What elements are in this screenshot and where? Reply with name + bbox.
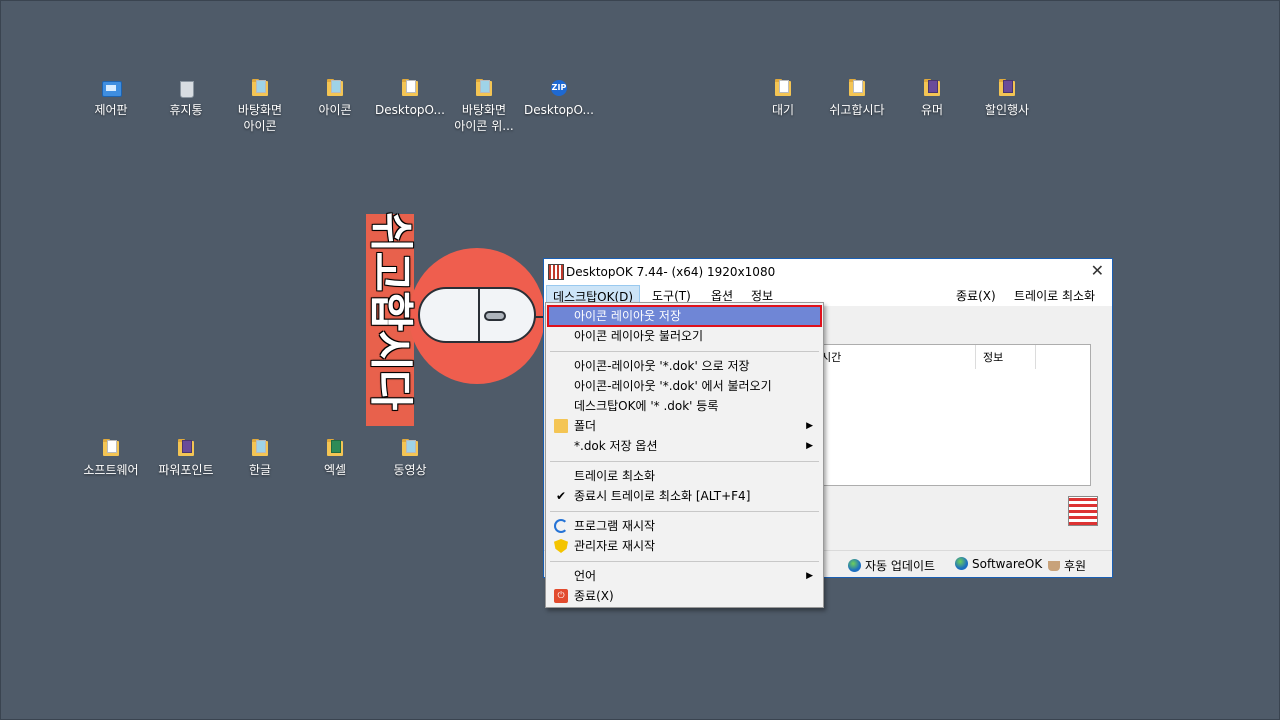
desktop-icon-label: 유머 <box>920 103 944 117</box>
desktop-icon-folder[interactable]: 아이콘 <box>298 78 372 118</box>
folder-icon <box>327 79 343 96</box>
folder-icon <box>924 79 940 96</box>
menu-item-minimize-tray[interactable]: 트레이로 최소화 <box>548 466 821 486</box>
submenu-arrow-icon: ▶ <box>806 571 813 581</box>
folder-icon <box>402 439 418 456</box>
desktop-icon-folder[interactable]: 동영상 <box>373 438 447 478</box>
desktop-icon-label: 소프트웨어 <box>83 463 139 477</box>
desktop-icon-label: 바탕화면 아이콘 위... <box>454 103 514 133</box>
desktop-icon-folder[interactable]: 바탕화면 아이콘 <box>223 78 297 134</box>
title-bar[interactable]: DesktopOK 7.44- (x64) 1920x1080 ✕ <box>544 259 1112 285</box>
folder-icon <box>178 439 194 456</box>
menu-minimize-tray[interactable]: 트레이로 최소화 <box>1014 287 1095 304</box>
desktop-icon-folder[interactable]: DesktopO... <box>373 78 447 118</box>
coffee-icon <box>1048 561 1060 571</box>
menu-item-restart[interactable]: 프로그램 재시작 <box>548 516 821 536</box>
menu-item-load-dok[interactable]: 아이콘-레이아웃 '*.dok' 에서 불러오기 <box>548 376 821 396</box>
desktop-icon-label: 한글 <box>248 463 272 477</box>
menu-item-save-icon-layout[interactable]: 아이콘 레이아웃 저장 <box>547 305 822 327</box>
desktop-icon-folder[interactable]: 소프트웨어 <box>74 438 148 478</box>
desktop-icon-label: DesktopO... <box>375 103 445 117</box>
desktop-icon-folder[interactable]: 바탕화면 아이콘 위... <box>447 78 521 134</box>
mouse-icon <box>418 287 548 343</box>
desktop-icon-label: 파워포인트 <box>158 463 214 477</box>
column-header-info[interactable]: 정보 <box>983 349 1003 365</box>
shield-icon <box>554 539 568 553</box>
menu-item-register-dok[interactable]: 데스크탑OK에 '* .dok' 등록 <box>548 396 821 416</box>
desktop-icon-folder[interactable]: 한글 <box>223 438 297 478</box>
menu-item-folder[interactable]: 폴더 ▶ <box>548 416 821 436</box>
menu-item-save-dok[interactable]: 아이콘-레이아웃 '*.dok' 으로 저장 <box>548 356 821 376</box>
globe-icon <box>848 559 861 572</box>
menu-separator <box>550 561 819 562</box>
window-title: DesktopOK 7.44- (x64) 1920x1080 <box>566 265 776 279</box>
desktop-icon-label: 엑셀 <box>323 463 347 477</box>
folder-icon <box>775 79 791 96</box>
menu-item-load-icon-layout[interactable]: 아이콘 레이아웃 불러오기 <box>548 326 821 346</box>
desktop-icon-folder[interactable]: 대기 <box>746 78 820 118</box>
overlay-vertical-text: 쉬고합시다 <box>365 212 416 410</box>
layout-list[interactable]: 시간 정보 <box>814 344 1091 486</box>
desktop-icon-label: 휴지통 <box>169 103 203 117</box>
desktop-icon-label: 아이콘 <box>318 103 352 117</box>
check-icon: ✔ <box>555 489 567 503</box>
close-icon[interactable]: ✕ <box>1091 261 1104 280</box>
menu-item-restart-admin[interactable]: 관리자로 재시작 <box>548 536 821 556</box>
menu-item-dok-save-options[interactable]: *.dok 저장 옵션 ▶ <box>548 436 821 456</box>
folder-icon <box>103 439 119 456</box>
desktopok-dropdown-menu: 아이콘 레이아웃 저장 아이콘 레이아웃 불러오기 아이콘-레이아웃 '*.do… <box>545 302 824 608</box>
menu-item-language[interactable]: 언어 ▶ <box>548 566 821 586</box>
menu-item-exit[interactable]: ⏻ 종료(X) <box>548 586 821 606</box>
desktop-icon-recycle-bin[interactable]: 휴지통 <box>149 78 223 118</box>
donate-link[interactable]: 후원 <box>1048 557 1086 574</box>
menu-exit[interactable]: 종료(X) <box>956 287 996 304</box>
desktop-icon-folder[interactable]: 할인행사 <box>970 78 1044 118</box>
desktop-icon-folder[interactable]: 유머 <box>895 78 969 118</box>
desktop-icon-label: 동영상 <box>393 463 427 477</box>
submenu-arrow-icon: ▶ <box>806 441 813 451</box>
desktop-icon-label: 제어판 <box>94 103 128 117</box>
column-header-time[interactable]: 시간 <box>821 349 841 365</box>
menu-separator <box>550 511 819 512</box>
folder-icon <box>327 439 343 456</box>
auto-update-link[interactable]: 자동 업데이트 <box>848 557 935 574</box>
desktop-icon-label: 바탕화면 아이콘 <box>237 103 283 133</box>
folder-icon <box>849 79 865 96</box>
desktop-icon-zip[interactable]: ZIP DesktopO... <box>522 78 596 118</box>
recycle-bin-icon <box>180 81 194 98</box>
desktop-icon-folder[interactable]: 파워포인트 <box>149 438 223 478</box>
folder-icon <box>252 439 268 456</box>
menu-separator <box>550 351 819 352</box>
desktopok-app-icon <box>548 264 564 280</box>
desktop-icon-label: 대기 <box>771 103 795 117</box>
globe-icon <box>955 557 968 570</box>
power-icon: ⏻ <box>554 589 568 603</box>
folder-icon <box>999 79 1015 96</box>
refresh-icon <box>554 519 568 533</box>
menu-item-minimize-on-exit[interactable]: ✔ 종료시 트레이로 최소화 [ALT+F4] <box>548 486 821 506</box>
desktop-icon-folder[interactable]: 쉬고합시다 <box>820 78 894 118</box>
folder-icon <box>402 79 418 96</box>
desktop-icon-label: 쉬고합시다 <box>829 103 885 117</box>
menu-separator <box>550 461 819 462</box>
desktop-icon-folder[interactable]: 엑셀 <box>298 438 372 478</box>
softwareok-link[interactable]: SoftwareOK <box>955 557 1042 571</box>
folder-icon <box>476 79 492 96</box>
desktopok-logo-icon <box>1068 496 1098 526</box>
folder-icon <box>252 79 268 96</box>
desktop-icon-control-panel[interactable]: 제어판 <box>74 78 148 118</box>
desktop-icon-label: 할인행사 <box>984 103 1030 117</box>
control-panel-icon <box>102 81 122 97</box>
zip-icon: ZIP <box>551 80 567 96</box>
folder-icon <box>554 419 568 433</box>
desktop-icon-label: DesktopO... <box>524 103 594 117</box>
submenu-arrow-icon: ▶ <box>806 421 813 431</box>
